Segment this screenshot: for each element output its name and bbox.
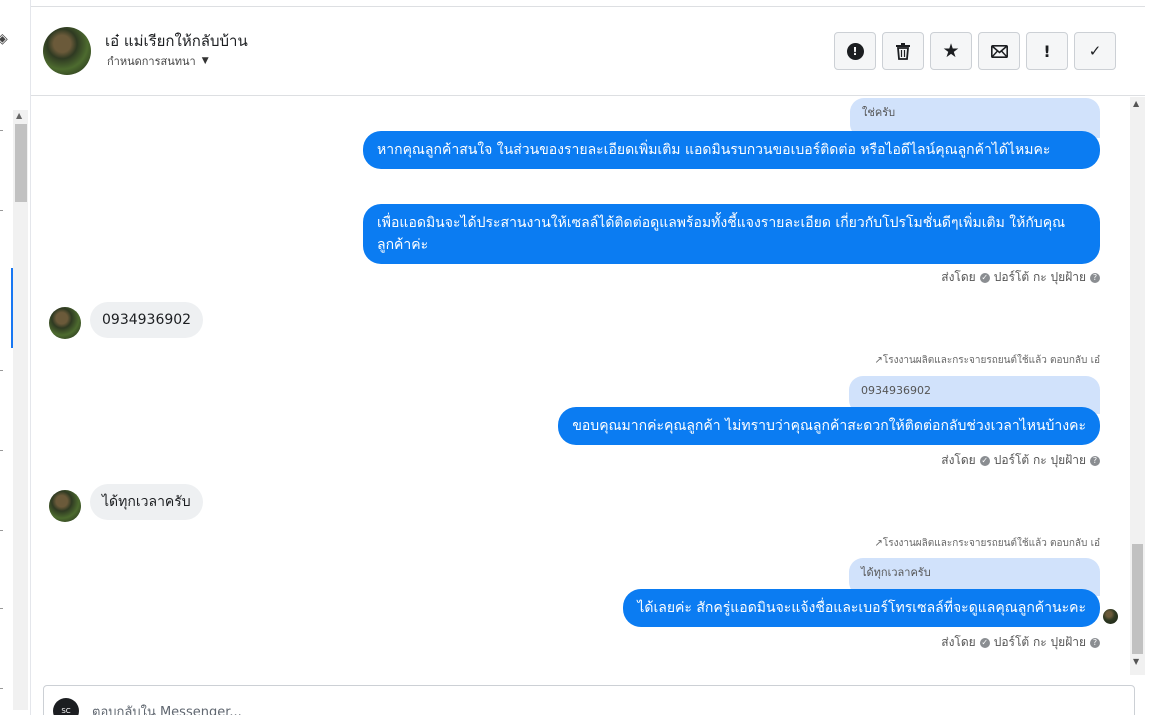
page-avatar: SC bbox=[53, 698, 79, 715]
reply-hint: ↗โรงงานผลิตและกระจายรถยนต์ใช้แล้ว ตอบกลั… bbox=[874, 353, 1100, 368]
check-icon: ✓ bbox=[1088, 42, 1102, 60]
reply-hint-text: โรงงานผลิตและกระจายรถยนต์ใช้แล้ว ตอบกลับ… bbox=[882, 355, 1100, 366]
trash-icon bbox=[896, 42, 910, 60]
outgoing-message[interactable]: หากคุณลูกค้าสนใจ ในส่วนของรายละเอียดเพิ่… bbox=[363, 131, 1100, 169]
message-thread[interactable]: ใช่ครับ หากคุณลูกค้าสนใจ ในส่วนของรายละเ… bbox=[31, 97, 1129, 675]
mark-spam-button[interactable]: ! bbox=[834, 32, 876, 70]
outgoing-message[interactable]: ขอบคุณมากค่ะคุณลูกค้า ไม่ทราบว่าคุณลูกค้… bbox=[558, 407, 1100, 445]
message-text: หากคุณลูกค้าสนใจ ในส่วนของรายละเอียดเพิ่… bbox=[377, 142, 1051, 158]
envelope-icon bbox=[990, 44, 1008, 58]
divider bbox=[0, 688, 3, 689]
outgoing-message[interactable]: ได้เลยค่ะ สักครู่แอดมินจะแจ้งชื่อและเบอร… bbox=[623, 589, 1100, 627]
sender-name[interactable]: ปอร์โต้ กะ ปุยฝ้าย bbox=[994, 268, 1086, 287]
help-icon[interactable]: ? bbox=[1090, 272, 1100, 283]
delete-button[interactable] bbox=[882, 32, 924, 70]
message-text: ขอบคุณมากค่ะคุณลูกค้า ไม่ทราบว่าคุณลูกค้… bbox=[572, 418, 1086, 434]
sent-by-line: ส่งโดย ✓ ปอร์โต้ กะ ปุยฝ้าย ? bbox=[941, 633, 1100, 652]
divider bbox=[0, 530, 3, 531]
reply-quote-text: ได้ทุกเวลาครับ bbox=[861, 566, 931, 579]
contact-avatar[interactable] bbox=[43, 27, 91, 75]
alert-circle-icon: ! bbox=[846, 42, 864, 60]
layers-icon[interactable]: ◈ bbox=[0, 31, 8, 47]
reply-composer[interactable]: SC ตอบกลับใน Messenger... bbox=[43, 685, 1135, 715]
sent-by-label: ส่งโดย bbox=[941, 270, 976, 284]
thread-scroll-thumb[interactable] bbox=[1132, 544, 1143, 654]
reply-quote-text: 0934936902 bbox=[861, 384, 931, 397]
mark-unread-button[interactable] bbox=[978, 32, 1020, 70]
help-icon[interactable]: ? bbox=[1090, 637, 1100, 648]
reply-arrow-icon: ↗ bbox=[874, 538, 883, 549]
follow-up-button[interactable]: ! bbox=[1026, 32, 1068, 70]
star-button[interactable]: ★ bbox=[930, 32, 972, 70]
divider bbox=[0, 210, 3, 211]
message-text: เพื่อแอดมินจะได้ประสานงานให้เซลล์ได้ติดต… bbox=[377, 215, 1066, 253]
sender-name[interactable]: ปอร์โต้ กะ ปุยฝ้าย bbox=[994, 451, 1086, 470]
divider bbox=[0, 608, 3, 609]
conversation-header: เอ๋ แม่เรียกให้กลับบ้าน กำหนดการสนทนา ▼ … bbox=[31, 7, 1145, 96]
scroll-down-icon[interactable]: ▼ bbox=[1133, 657, 1139, 666]
assign-label: กำหนดการสนทนา bbox=[107, 55, 196, 68]
active-item-indicator bbox=[11, 268, 13, 348]
contact-avatar-small[interactable] bbox=[49, 490, 81, 522]
divider bbox=[0, 450, 3, 451]
message-text: ได้เลยค่ะ สักครู่แอดมินจะแจ้งชื่อและเบอร… bbox=[637, 600, 1086, 616]
sidebar-scroll-thumb[interactable] bbox=[15, 124, 27, 202]
left-sidebar-strip: ◈ ▲ bbox=[0, 0, 31, 715]
reply-hint: ↗โรงงานผลิตและกระจายรถยนต์ใช้แล้ว ตอบกลั… bbox=[874, 536, 1100, 551]
mark-done-button[interactable]: ✓ bbox=[1074, 32, 1116, 70]
message-text: ได้ทุกเวลาครับ bbox=[102, 494, 191, 510]
incoming-message[interactable]: ได้ทุกเวลาครับ bbox=[90, 484, 203, 520]
reply-hint-text: โรงงานผลิตและกระจายรถยนต์ใช้แล้ว ตอบกลับ… bbox=[882, 538, 1100, 549]
sender-name[interactable]: ปอร์โต้ กะ ปุยฝ้าย bbox=[994, 633, 1086, 652]
check-circle-icon: ✓ bbox=[979, 637, 990, 648]
sent-by-line: ส่งโดย ✓ ปอร์โต้ กะ ปุยฝ้าย ? bbox=[941, 268, 1100, 287]
check-circle-icon: ✓ bbox=[979, 272, 990, 283]
divider bbox=[0, 130, 3, 131]
incoming-message[interactable]: 0934936902 bbox=[90, 302, 204, 338]
message-text: 0934936902 bbox=[102, 312, 192, 328]
divider bbox=[0, 370, 3, 371]
check-circle-icon: ✓ bbox=[979, 455, 990, 466]
thread-scrollbar[interactable]: ▲ ▼ bbox=[1130, 97, 1145, 675]
sent-by-label: ส่งโดย bbox=[941, 635, 976, 649]
sent-by-label: ส่งโดย bbox=[941, 453, 976, 467]
star-icon: ★ bbox=[942, 40, 960, 62]
exclamation-icon: ! bbox=[1043, 41, 1051, 61]
reply-quote-text: ใช่ครับ bbox=[862, 106, 896, 119]
inbox-conversation-view: ◈ ▲ เอ๋ แม่เรียกให้กลับบ้าน กำหนดการสนทน… bbox=[0, 0, 1152, 715]
assign-conversation-dropdown[interactable]: กำหนดการสนทนา ▼ bbox=[107, 52, 209, 70]
contact-avatar-small[interactable] bbox=[49, 307, 81, 339]
reply-input[interactable]: ตอบกลับใน Messenger... bbox=[92, 701, 242, 715]
help-icon[interactable]: ? bbox=[1090, 455, 1100, 466]
scroll-up-icon[interactable]: ▲ bbox=[16, 111, 22, 120]
sent-by-line: ส่งโดย ✓ ปอร์โต้ กะ ปุยฝ้าย ? bbox=[941, 451, 1100, 470]
seen-avatar bbox=[1103, 609, 1118, 624]
scroll-up-icon[interactable]: ▲ bbox=[1133, 99, 1139, 108]
reply-arrow-icon: ↗ bbox=[874, 355, 883, 366]
caret-down-icon: ▼ bbox=[201, 56, 209, 66]
outgoing-message[interactable]: เพื่อแอดมินจะได้ประสานงานให้เซลล์ได้ติดต… bbox=[363, 204, 1100, 264]
contact-name[interactable]: เอ๋ แม่เรียกให้กลับบ้าน bbox=[105, 29, 248, 53]
